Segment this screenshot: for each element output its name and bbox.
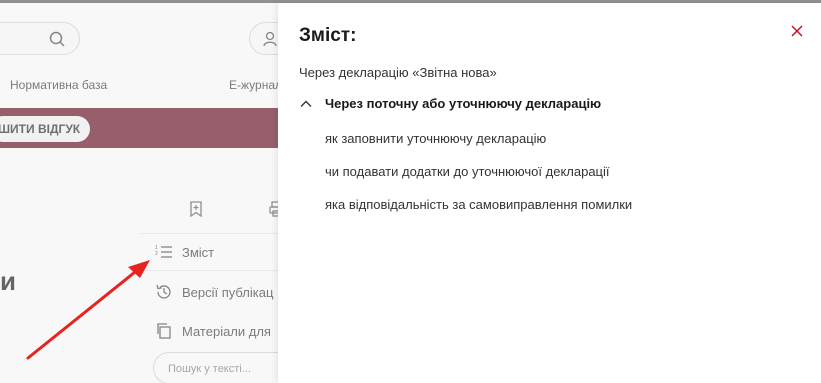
- toc-subitem[interactable]: яка відповідальність за самовиправлення …: [325, 197, 632, 212]
- nav-item-e-journal[interactable]: Е-журнал: [229, 78, 282, 92]
- sidebar-item-contents[interactable]: 1 2 Зміст: [154, 241, 214, 263]
- toc-subitem[interactable]: чи подавати додатки до уточнюючої деклар…: [325, 164, 610, 179]
- sidebar-item-label: Версії публікац: [182, 284, 274, 300]
- toc-title: Зміст:: [299, 25, 357, 46]
- copy-icon: [154, 321, 174, 341]
- sidebar-item-label: Матеріали для: [182, 323, 271, 339]
- sidebar-item-materials[interactable]: Матеріали для: [154, 320, 271, 342]
- toc-subitem[interactable]: як заповнити уточнюючу декларацію: [325, 131, 546, 146]
- feedback-button[interactable]: ШИТИ ВІДГУК: [0, 116, 91, 142]
- bookmark-icon[interactable]: [187, 200, 205, 218]
- sidebar-divider: [140, 270, 280, 271]
- close-icon[interactable]: [789, 23, 805, 39]
- history-icon: [154, 282, 174, 302]
- toc-section-label: Через поточну або уточнюючу декларацію: [325, 96, 602, 111]
- sidebar-divider: [140, 233, 280, 234]
- list-numbered-icon: 1 2: [154, 242, 174, 262]
- search-icon: [49, 31, 65, 47]
- toc-item-current-declaration[interactable]: Через поточну або уточнюючу декларацію: [299, 96, 601, 111]
- svg-text:2: 2: [155, 251, 158, 257]
- chevron-up-icon: [299, 97, 313, 111]
- toc-item-zvitna-nova[interactable]: Через декларацію «Звітна нова»: [299, 65, 497, 80]
- nav-item-normative-base[interactable]: Нормативна база: [10, 78, 107, 92]
- toc-panel: Зміст: Через декларацію «Звітна нова» Че…: [278, 3, 821, 383]
- article-heading-fragment: и: [0, 266, 16, 296]
- user-icon: [263, 31, 277, 47]
- header-search-box[interactable]: [0, 22, 80, 55]
- sidebar-item-versions[interactable]: Версії публікац: [154, 281, 273, 303]
- sidebar-item-label: Зміст: [182, 244, 215, 260]
